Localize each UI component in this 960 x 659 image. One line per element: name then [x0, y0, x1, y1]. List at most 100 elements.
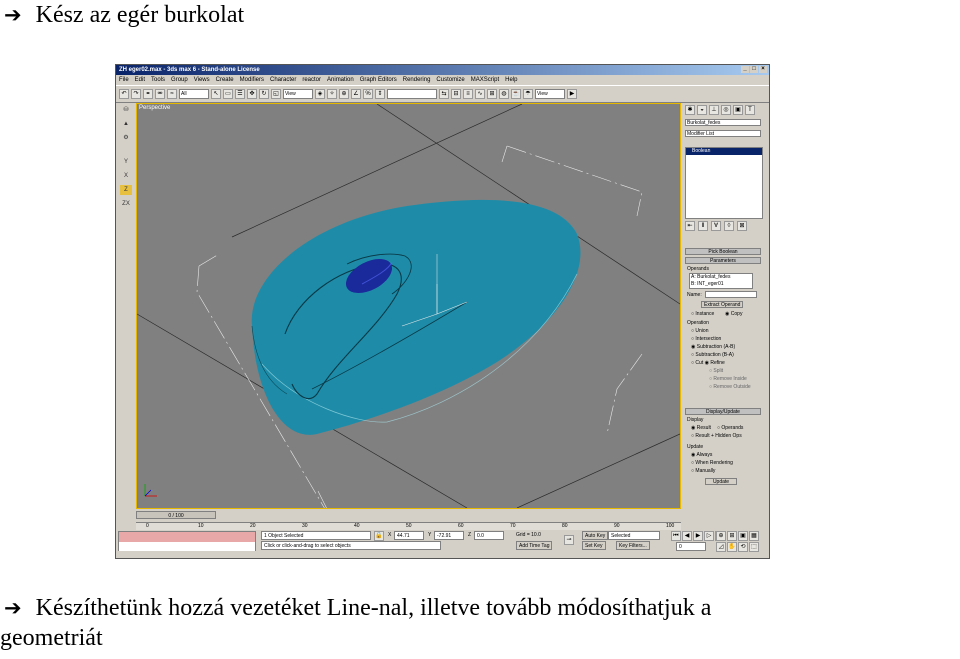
- previous-frame-icon[interactable]: ◀: [682, 531, 692, 541]
- set-key-button[interactable]: Set Key: [582, 541, 606, 550]
- make-unique-icon[interactable]: ∀: [711, 221, 721, 231]
- cut-radio[interactable]: ○ Cut ◉ Refine: [691, 360, 725, 366]
- union-radio[interactable]: ○ Union: [691, 328, 709, 334]
- modifier-list-dropdown[interactable]: Modifier List: [685, 130, 761, 137]
- pivot-icon[interactable]: ◈: [315, 89, 325, 99]
- align-icon[interactable]: ⊟: [451, 89, 461, 99]
- manually-radio[interactable]: ○ Manually: [691, 468, 715, 474]
- menu-item-character[interactable]: Character: [270, 75, 296, 85]
- menu-item-reactor[interactable]: reactor: [302, 75, 321, 85]
- add-time-tag-button[interactable]: Add Time Tag: [516, 541, 553, 550]
- show-end-result-icon[interactable]: Ⅱ: [698, 221, 708, 231]
- menu-item-edit[interactable]: Edit: [135, 75, 145, 85]
- select-icon[interactable]: ↖: [211, 89, 221, 99]
- pan-icon[interactable]: ✋: [727, 542, 737, 552]
- zoom-extents-all-icon[interactable]: ▦: [749, 531, 759, 541]
- current-frame-field[interactable]: 0: [676, 542, 706, 551]
- axis-z-button[interactable]: Z: [120, 185, 132, 195]
- remove-outside-radio[interactable]: ○ Remove Outside: [709, 384, 751, 390]
- operand-a[interactable]: A: Burkolat_fedes: [691, 274, 752, 281]
- y-coord-field[interactable]: -72.91: [434, 531, 464, 540]
- copy-radio[interactable]: ◉ Copy: [725, 311, 742, 317]
- percent-snap-icon[interactable]: %: [363, 89, 373, 99]
- selection-filter[interactable]: All: [179, 89, 209, 99]
- hierarchy-tab-icon[interactable]: ⊥: [709, 105, 719, 115]
- mirror-icon[interactable]: ⇆: [439, 89, 449, 99]
- angle-snap-icon[interactable]: ∠: [351, 89, 361, 99]
- spinner-snap-icon[interactable]: ⇕: [375, 89, 385, 99]
- display-tab-icon[interactable]: ▣: [733, 105, 743, 115]
- render-last-icon[interactable]: ▶: [567, 89, 577, 99]
- scene-states-icon[interactable]: ⛁: [120, 105, 132, 115]
- update-button[interactable]: Update: [705, 478, 737, 485]
- manipulate-icon[interactable]: ✧: [327, 89, 337, 99]
- link-icon[interactable]: ⚭: [143, 89, 153, 99]
- render-type-dropdown[interactable]: View: [535, 89, 565, 99]
- always-radio[interactable]: ◉ Always: [691, 452, 712, 458]
- snap-icon[interactable]: ⊕: [339, 89, 349, 99]
- x-coord-field[interactable]: 44.71: [394, 531, 424, 540]
- result-radio[interactable]: ◉ Result: [691, 425, 711, 431]
- render-scene-icon[interactable]: ☕: [511, 89, 521, 99]
- intersection-radio[interactable]: ○ Intersection: [691, 336, 721, 342]
- pin-stack-icon[interactable]: ⇤: [685, 221, 695, 231]
- material-editor-icon[interactable]: ◍: [499, 89, 509, 99]
- zoom-all-icon[interactable]: ⊞: [727, 531, 737, 541]
- axis-y-button[interactable]: Y: [120, 157, 132, 167]
- when-rendering-radio[interactable]: ○ When Rendering: [691, 460, 733, 466]
- operand-b[interactable]: B: INT_eger01: [691, 281, 752, 288]
- key-selection-dropdown[interactable]: Selected: [608, 531, 660, 540]
- auto-key-button[interactable]: Auto Key: [582, 531, 609, 540]
- zoom-icon[interactable]: ⊕: [716, 531, 726, 541]
- named-selection-sets[interactable]: [387, 89, 437, 99]
- axis-zx-button[interactable]: ZX: [120, 199, 132, 209]
- menu-item-customize[interactable]: Customize: [436, 75, 464, 85]
- configure-sets-icon[interactable]: ⊠: [737, 221, 747, 231]
- subtraction-ab-radio[interactable]: ◉ Subtraction (A-B): [691, 344, 735, 350]
- maximize-viewport-icon[interactable]: ⬚: [749, 542, 759, 552]
- minimize-icon[interactable]: _: [741, 66, 749, 73]
- quick-render-icon[interactable]: ☂: [523, 89, 533, 99]
- menu-item-modifiers[interactable]: Modifiers: [240, 75, 264, 85]
- key-mode-icon[interactable]: ⊸: [564, 535, 574, 545]
- unlink-icon[interactable]: ⚮: [155, 89, 165, 99]
- frame-ruler[interactable]: 0 10 20 30 40 50 60 70 80 90 100: [136, 522, 681, 530]
- menu-item-tools[interactable]: Tools: [151, 75, 165, 85]
- play-icon[interactable]: ▶: [693, 531, 703, 541]
- undo-icon[interactable]: ↶: [119, 89, 129, 99]
- arc-rotate-icon[interactable]: ⟲: [738, 542, 748, 552]
- lock-selection-icon[interactable]: 🔒: [374, 531, 384, 541]
- remove-modifier-icon[interactable]: ◊: [724, 221, 734, 231]
- move-icon[interactable]: ✥: [247, 89, 257, 99]
- display-update-rollout[interactable]: Display/Update: [685, 408, 761, 415]
- remove-inside-radio[interactable]: ○ Remove Inside: [709, 376, 747, 382]
- motion-tab-icon[interactable]: ◎: [721, 105, 731, 115]
- menu-item-rendering[interactable]: Rendering: [403, 75, 431, 85]
- key-filters-button[interactable]: Key Filters...: [616, 541, 650, 550]
- extract-operand-button[interactable]: Extract Operand: [701, 301, 744, 308]
- next-frame-icon[interactable]: ▷: [704, 531, 714, 541]
- split-radio[interactable]: ○ Split: [709, 368, 723, 374]
- operand-name-field[interactable]: [705, 291, 757, 298]
- stack-item-boolean[interactable]: Boolean: [686, 148, 762, 155]
- z-coord-field[interactable]: 0.0: [474, 531, 504, 540]
- close-icon[interactable]: ×: [759, 66, 767, 73]
- bind-icon[interactable]: ≈: [167, 89, 177, 99]
- menu-item-graph-editors[interactable]: Graph Editors: [360, 75, 397, 85]
- time-slider[interactable]: 0 / 100: [136, 511, 216, 519]
- zoom-extents-icon[interactable]: ▣: [738, 531, 748, 541]
- reference-coord-dropdown[interactable]: View: [283, 89, 313, 99]
- object-name-field[interactable]: Burkolat_fedes: [685, 119, 761, 126]
- operands-list[interactable]: A: Burkolat_fedes B: INT_eger01: [689, 273, 753, 289]
- go-to-start-icon[interactable]: ⏮: [671, 531, 681, 541]
- curve-editor-icon[interactable]: ∿: [475, 89, 485, 99]
- maximize-icon[interactable]: □: [750, 66, 758, 73]
- menu-item-views[interactable]: Views: [194, 75, 210, 85]
- create-tab-icon[interactable]: ✱: [685, 105, 695, 115]
- maxscript-listener[interactable]: [118, 531, 256, 551]
- select-region-icon[interactable]: ▭: [223, 89, 233, 99]
- axis-x-button[interactable]: X: [120, 171, 132, 181]
- result-hidden-radio[interactable]: ○ Result + Hidden Ops: [691, 433, 742, 439]
- render-icon[interactable]: ▲: [120, 119, 132, 129]
- utilities-tab-icon[interactable]: T: [745, 105, 755, 115]
